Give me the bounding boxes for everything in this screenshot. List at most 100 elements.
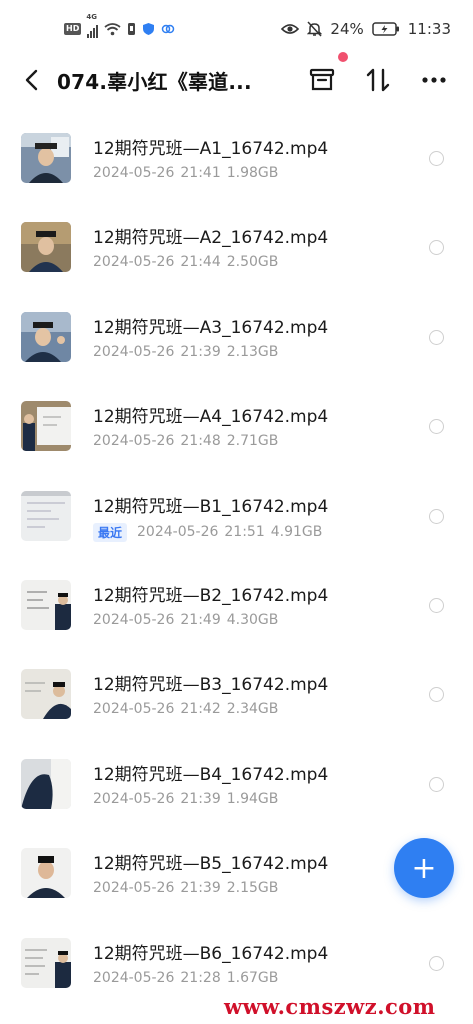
file-name: 12期符咒班—A2_16742.mp4 [93,228,329,249]
watermark: www.cmszwz.com [224,994,436,1019]
file-time: 21:48 [180,433,221,450]
select-radio[interactable] [429,776,444,792]
video-thumbnail [21,490,71,541]
mute-icon [307,21,323,37]
video-thumbnail [21,311,71,362]
file-date: 2024-05-26 [93,790,175,807]
select-radio[interactable] [429,151,444,166]
file-row[interactable]: 12期符咒班—B4_16742.mp4 2024-05-26 21:39 1.9… [0,730,473,819]
select-radio[interactable] [429,955,444,971]
file-time: 21:39 [180,343,221,360]
file-size: 4.91GB [270,524,323,541]
video-thumbnail [21,401,71,452]
sort-icon [366,68,390,92]
sim-icon [128,23,136,35]
file-name: 12期符咒班—B3_16742.mp4 [93,675,329,696]
file-size: 2.71GB [226,433,279,450]
more-button[interactable] [418,64,450,96]
recent-badge: 最近 [93,522,128,542]
file-meta: 最近 2024-05-26 21:51 4.91GB [93,522,323,542]
network-type: 4G [86,13,97,21]
file-size: 2.15GB [226,880,279,897]
select-radio[interactable] [429,597,444,613]
status-bar: HD 4G 24% 11:33 [0,0,473,58]
video-thumbnail [21,937,71,988]
plus-icon: + [411,850,437,886]
file-row[interactable]: 12期符咒班—B3_16742.mp4 2024-05-26 21:42 2.3… [0,640,473,729]
file-date: 2024-05-26 [137,524,219,541]
vpn-icon [162,24,175,34]
video-thumbnail [21,848,71,899]
file-size: 2.13GB [226,343,279,360]
video-thumbnail [21,133,71,183]
file-row[interactable]: 12期符咒班—B1_16742.mp4 最近 2024-05-26 21:51 … [0,462,473,551]
back-button[interactable] [18,64,46,96]
file-meta: 2024-05-26 21:48 2.71GB [93,433,278,449]
notification-dot [338,52,348,62]
file-date: 2024-05-26 [93,343,175,360]
file-meta: 2024-05-26 21:41 1.98GB [93,165,278,181]
battery-percent: 24% [330,20,364,38]
file-size: 1.94GB [226,790,279,807]
status-right-icons: 24% 11:33 [281,20,451,38]
signal-icon: 4G [86,13,99,38]
file-date: 2024-05-26 [93,433,175,450]
file-row[interactable]: 12期符咒班—A3_16742.mp4 2024-05-26 21:39 2.1… [0,283,473,372]
file-time: 21:51 [224,524,265,541]
file-date: 2024-05-26 [93,969,175,986]
file-name: 12期符咒班—B2_16742.mp4 [93,585,329,606]
file-row[interactable]: 12期符咒班—A2_16742.mp4 2024-05-26 21:44 2.5… [0,193,473,282]
file-meta: 2024-05-26 21:39 2.15GB [93,880,278,896]
video-thumbnail [21,579,71,630]
file-date: 2024-05-26 [93,701,175,718]
header-bar: 074.辜小红《辜道... [0,58,473,102]
file-size: 4.30GB [226,611,279,628]
shield-icon [143,23,155,35]
file-time: 21:42 [180,701,221,718]
select-radio[interactable] [429,508,444,524]
select-radio[interactable] [429,240,444,256]
file-time: 21:28 [180,969,221,986]
file-meta: 2024-05-26 21:49 4.30GB [93,612,278,628]
status-left-icons: HD 4G [64,13,175,38]
file-meta: 2024-05-26 21:28 1.67GB [93,970,278,986]
file-row[interactable]: 12期符咒班—A4_16742.mp4 2024-05-26 21:48 2.7… [0,372,473,461]
file-time: 21:41 [180,165,221,181]
file-name: 12期符咒班—A1_16742.mp4 [93,139,329,159]
select-radio[interactable] [429,419,444,435]
archive-icon [309,68,335,91]
file-name: 12期符咒班—B4_16742.mp4 [93,764,329,785]
file-size: 2.50GB [226,254,279,271]
file-meta: 2024-05-26 21:39 2.13GB [93,344,278,360]
add-button[interactable]: + [394,838,454,898]
file-meta: 2024-05-26 21:39 1.94GB [93,791,278,807]
video-thumbnail [21,669,71,720]
file-date: 2024-05-26 [93,611,175,628]
select-radio[interactable] [429,329,444,345]
video-thumbnail [21,222,71,273]
wifi-icon [104,23,121,36]
file-time: 21:39 [180,880,221,897]
video-thumbnail [21,758,71,809]
file-time: 21:39 [180,790,221,807]
select-radio[interactable] [429,687,444,703]
page-title: 074.辜小红《辜道... [57,70,252,94]
file-row[interactable]: 12期符咒班—B6_16742.mp4 2024-05-26 21:28 1.6… [0,909,473,998]
archive-button[interactable] [306,64,338,96]
file-row[interactable]: 12期符咒班—B2_16742.mp4 2024-05-26 21:49 4.3… [0,551,473,640]
file-name: 12期符咒班—A4_16742.mp4 [93,407,329,428]
clock: 11:33 [407,20,451,38]
file-time: 21:44 [180,254,221,271]
file-size: 2.34GB [226,701,279,718]
file-size: 1.98GB [226,165,279,181]
file-name: 12期符咒班—A3_16742.mp4 [93,317,329,338]
file-name: 12期符咒班—B5_16742.mp4 [93,854,329,875]
file-name: 12期符咒班—B6_16742.mp4 [93,943,329,964]
hd-icon: HD [64,23,82,35]
eye-icon [281,24,300,34]
file-name: 12期符咒班—B1_16742.mp4 [93,496,329,517]
file-date: 2024-05-26 [93,880,175,897]
file-meta: 2024-05-26 21:44 2.50GB [93,254,278,270]
file-row[interactable]: 12期符咒班—A1_16742.mp4 2024-05-26 21:41 1.9… [0,104,473,193]
sort-button[interactable] [362,64,394,96]
